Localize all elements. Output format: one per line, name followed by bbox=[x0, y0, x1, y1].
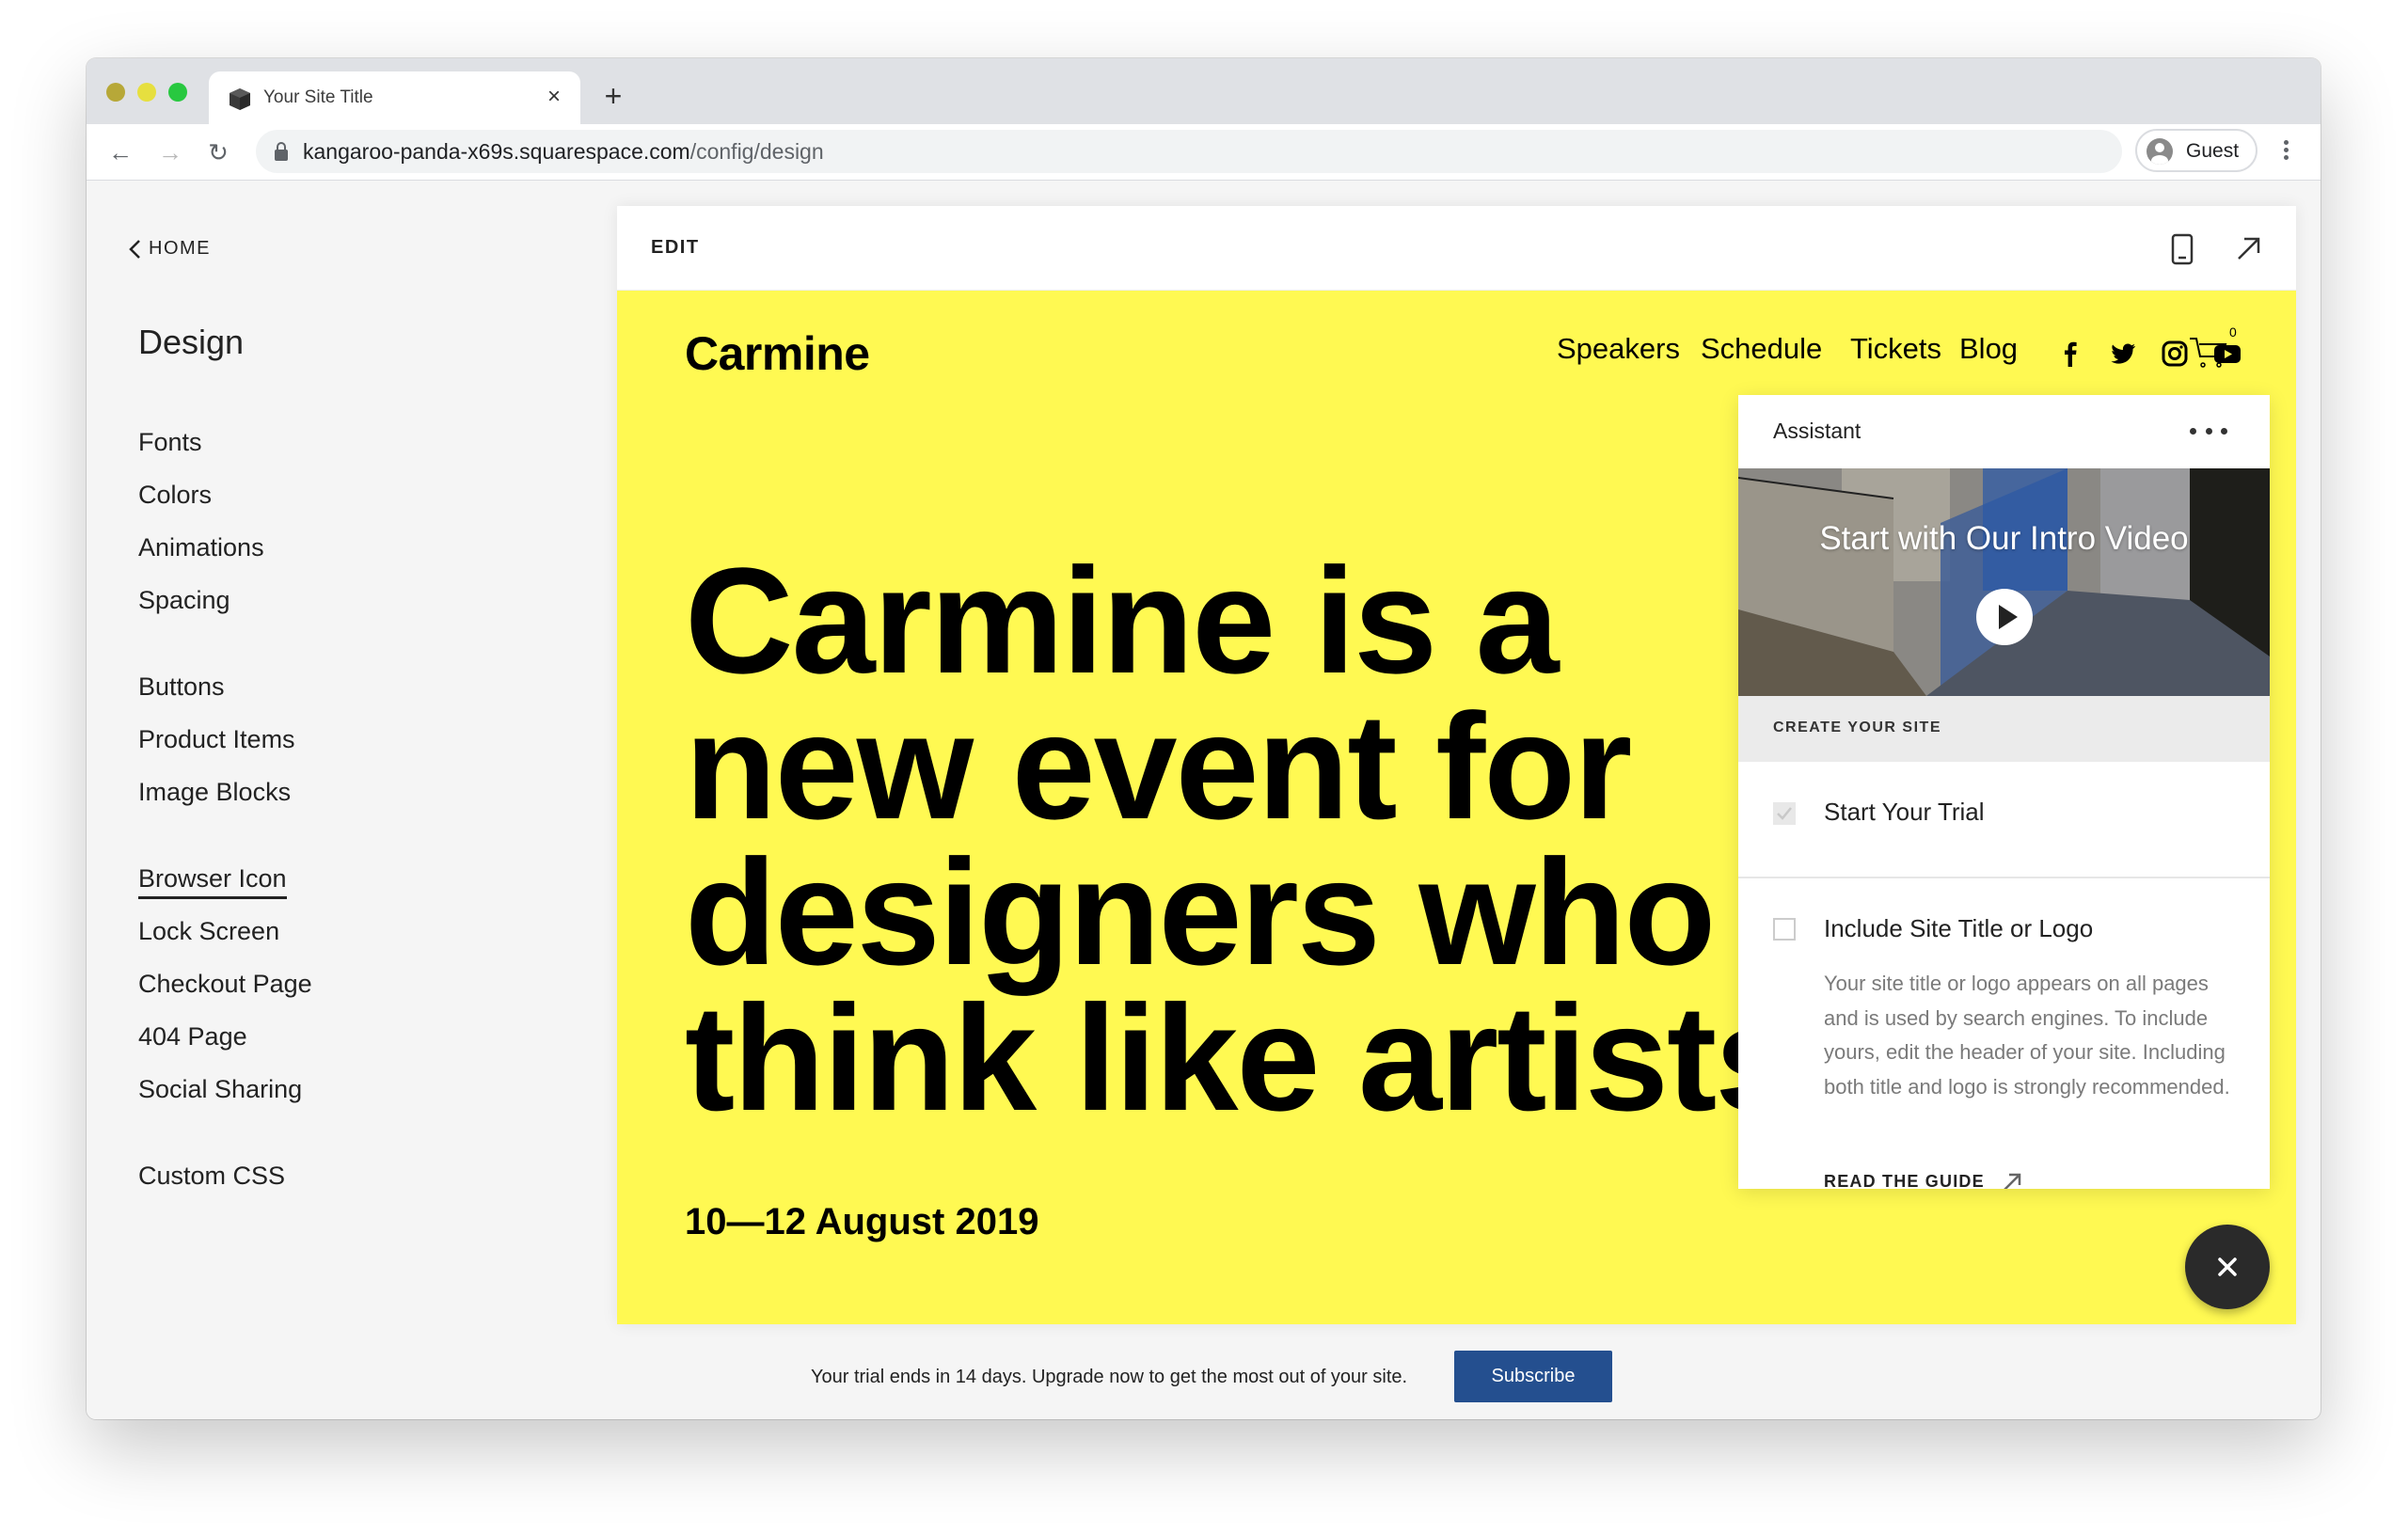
reload-icon[interactable]: ↻ bbox=[203, 137, 233, 167]
tab-title: Your Site Title bbox=[263, 87, 373, 107]
site-nav-tickets[interactable]: Tickets bbox=[1850, 332, 1941, 366]
edit-button[interactable]: EDIT bbox=[651, 237, 700, 259]
forward-arrow-icon[interactable]: → bbox=[155, 137, 185, 167]
maximize-window-button[interactable] bbox=[168, 83, 187, 102]
sidebar-item-custom-css[interactable]: Custom CSS bbox=[138, 1160, 285, 1192]
sidebar-item-animations[interactable]: Animations bbox=[138, 531, 264, 563]
play-icon[interactable] bbox=[1976, 589, 2033, 645]
twitter-icon[interactable] bbox=[2109, 340, 2137, 368]
task-checkbox-checked[interactable] bbox=[1773, 802, 1796, 825]
external-arrow-icon bbox=[2004, 1173, 2021, 1189]
avatar-icon bbox=[2147, 138, 2173, 165]
design-sidebar: HOME Design Fonts Colors Animations Spac… bbox=[87, 182, 617, 1419]
close-icon bbox=[2218, 1257, 2237, 1276]
event-date: 10—12 August 2019 bbox=[685, 1201, 1039, 1242]
browser-toolbar: ← → ↻ kangaroo-panda-x69s.squarespace.co… bbox=[87, 124, 2321, 181]
url-path: /config/design bbox=[689, 139, 824, 164]
url-text: kangaroo-panda-x69s.squarespace.com/conf… bbox=[303, 140, 824, 163]
address-bar[interactable]: kangaroo-panda-x69s.squarespace.com/conf… bbox=[256, 130, 2122, 173]
mobile-view-icon[interactable] bbox=[2171, 233, 2194, 265]
sidebar-item-checkout-page[interactable]: Checkout Page bbox=[138, 968, 312, 1000]
site-nav-schedule[interactable]: Schedule bbox=[1701, 332, 1822, 366]
sidebar-item-social-sharing[interactable]: Social Sharing bbox=[138, 1073, 302, 1105]
sidebar-item-product-items[interactable]: Product Items bbox=[138, 723, 295, 755]
instagram-icon[interactable] bbox=[2161, 340, 2189, 368]
close-assistant-button[interactable] bbox=[2185, 1225, 2270, 1309]
trial-banner-text: Your trial ends in 14 days. Upgrade now … bbox=[811, 1367, 1408, 1387]
back-arrow-icon[interactable]: ← bbox=[105, 137, 135, 167]
task-title[interactable]: Include Site Title or Logo bbox=[1824, 914, 2093, 943]
sidebar-item-buttons[interactable]: Buttons bbox=[138, 671, 225, 703]
read-guide-label: READ THE GUIDE bbox=[1824, 1171, 1985, 1190]
profile-label: Guest bbox=[2186, 140, 2240, 162]
preview-header: EDIT bbox=[617, 206, 2296, 291]
more-options-icon[interactable] bbox=[2190, 423, 2227, 438]
site-nav-blog[interactable]: Blog bbox=[1959, 332, 2018, 366]
site-logo[interactable]: Carmine bbox=[685, 326, 870, 381]
sidebar-item-browser-icon[interactable]: Browser Icon bbox=[138, 862, 287, 899]
home-back-link[interactable]: HOME bbox=[128, 238, 211, 260]
divider bbox=[1738, 877, 2270, 878]
cube-icon bbox=[230, 88, 250, 110]
video-background-image bbox=[1738, 468, 2270, 696]
sidebar-item-image-blocks[interactable]: Image Blocks bbox=[138, 776, 291, 808]
assistant-panel: Assistant Start with Our Intro Video CRE… bbox=[1738, 395, 2270, 1189]
browser-tab[interactable]: Your Site Title × bbox=[209, 71, 580, 124]
subscribe-button[interactable]: Subscribe bbox=[1454, 1351, 1612, 1402]
tab-strip: Your Site Title × + bbox=[87, 58, 2321, 124]
site-nav-speakers[interactable]: Speakers bbox=[1557, 332, 1680, 366]
sidebar-item-404-page[interactable]: 404 Page bbox=[138, 1020, 247, 1052]
cart-icon[interactable] bbox=[2188, 336, 2229, 370]
sidebar-item-lock-screen[interactable]: Lock Screen bbox=[138, 915, 279, 947]
sidebar-item-colors[interactable]: Colors bbox=[138, 479, 212, 511]
close-tab-icon[interactable]: × bbox=[541, 84, 567, 110]
assistant-title: Assistant bbox=[1773, 419, 1861, 443]
task-title[interactable]: Start Your Trial bbox=[1824, 798, 1985, 827]
read-guide-link[interactable]: READ THE GUIDE bbox=[1824, 1171, 2022, 1189]
page-title: Design bbox=[138, 323, 245, 361]
url-host: kangaroo-panda-x69s.squarespace.com bbox=[303, 139, 690, 164]
intro-video-thumbnail[interactable]: Start with Our Intro Video bbox=[1738, 468, 2270, 696]
lock-icon bbox=[275, 142, 288, 161]
sidebar-item-spacing[interactable]: Spacing bbox=[138, 584, 230, 616]
chevron-left-icon bbox=[129, 239, 140, 259]
minimize-window-button[interactable] bbox=[137, 83, 156, 102]
facebook-icon[interactable] bbox=[2056, 340, 2084, 368]
profile-button[interactable]: Guest bbox=[2135, 129, 2258, 172]
checkmark-icon bbox=[1777, 807, 1792, 820]
video-title: Start with Our Intro Video bbox=[1819, 520, 2189, 557]
cart-count: 0 bbox=[2229, 324, 2237, 340]
new-tab-button[interactable]: + bbox=[599, 81, 627, 111]
close-window-button[interactable] bbox=[106, 83, 125, 102]
task-checkbox[interactable] bbox=[1773, 918, 1796, 941]
open-external-icon[interactable] bbox=[2235, 234, 2263, 262]
section-label: CREATE YOUR SITE bbox=[1773, 720, 1941, 735]
task-description: Your site title or logo appears on all p… bbox=[1824, 972, 2230, 1099]
browser-menu-icon[interactable] bbox=[2278, 137, 2293, 167]
home-label: HOME bbox=[149, 238, 211, 259]
sidebar-item-fonts[interactable]: Fonts bbox=[138, 426, 202, 458]
section-header: CREATE YOUR SITE bbox=[1738, 696, 2270, 762]
